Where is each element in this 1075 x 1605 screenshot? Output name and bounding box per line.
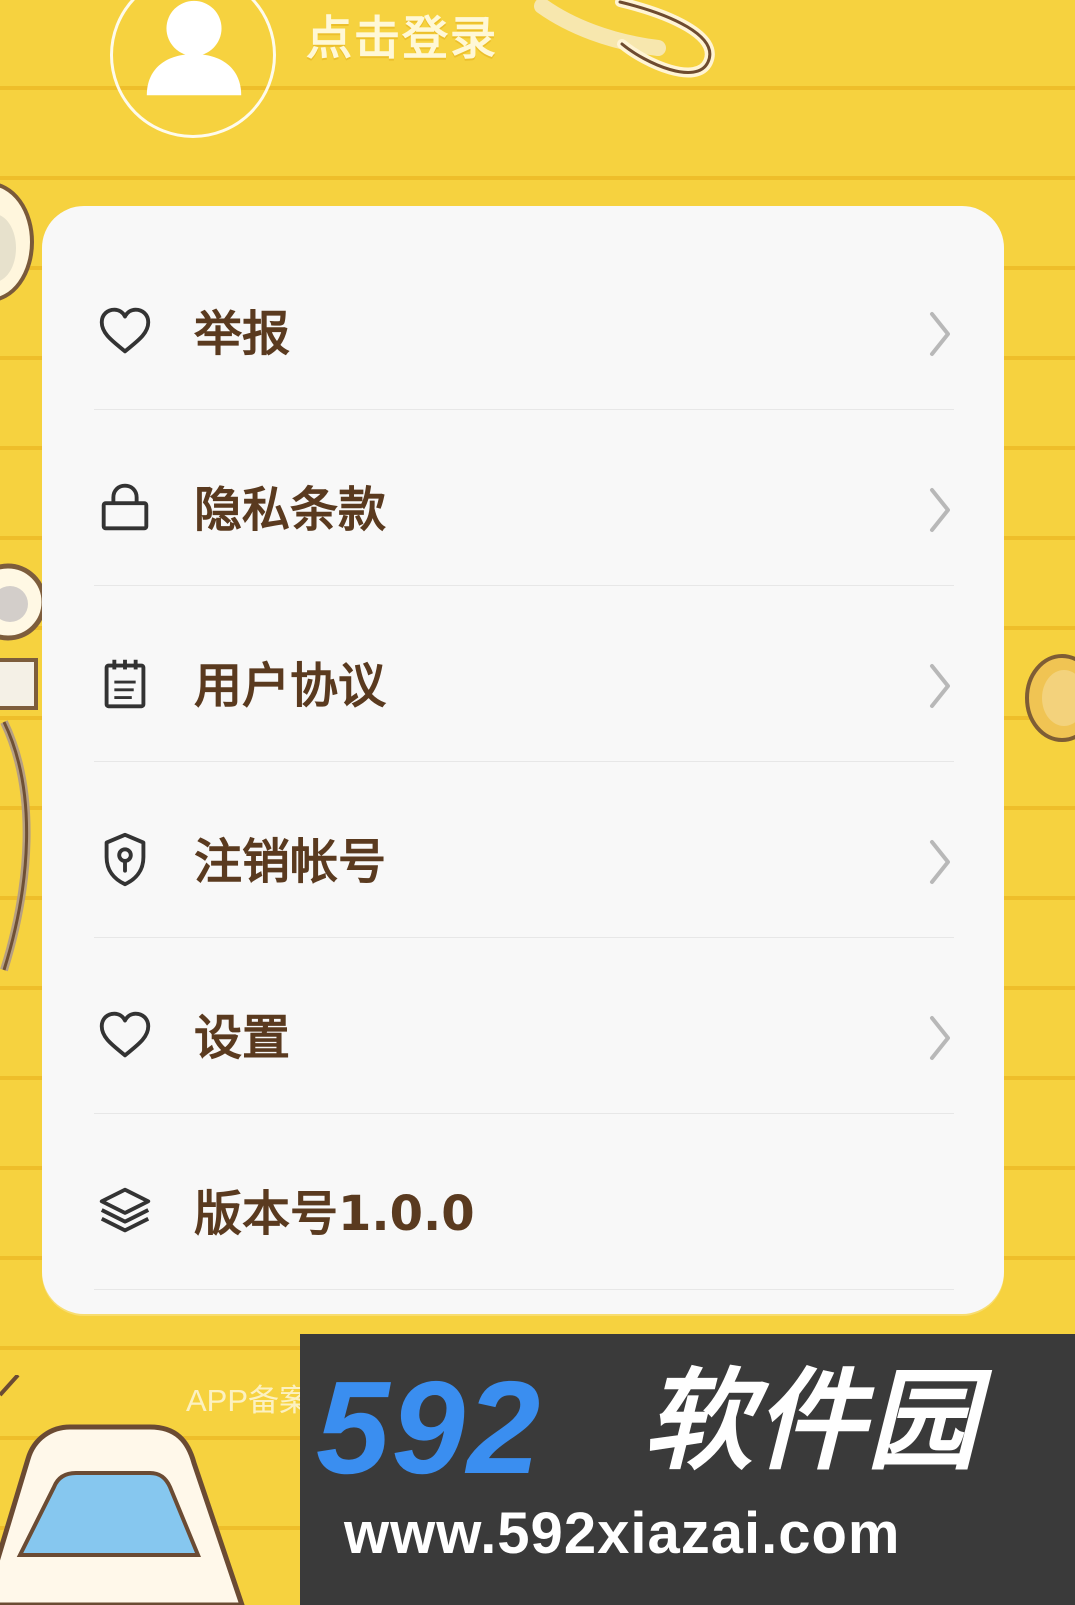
menu-label: 用户协议 [194, 658, 387, 714]
chevron-right-icon [926, 836, 954, 888]
watermark: 592 软件园 www.592xiazai.com [300, 1334, 1075, 1605]
watermark-brand: 592 软件园 [316, 1357, 1061, 1494]
shield-keyhole-icon [94, 828, 156, 890]
chevron-right-icon [926, 308, 954, 360]
layers-icon [94, 1180, 156, 1242]
notepad-icon [94, 652, 156, 714]
menu-label: 设置 [194, 1010, 291, 1066]
menu-card: 举报 隐私条款 用户协议 注销帐号 设置 版本号1.0.0 [42, 206, 1004, 1314]
watermark-name: 软件园 [643, 1357, 979, 1485]
menu-item-delete-account[interactable]: 注销帐号 [94, 762, 954, 938]
chevron-right-icon [926, 660, 954, 712]
menu-item-user-agreement[interactable]: 用户协议 [94, 586, 954, 762]
heart-icon [94, 1004, 156, 1066]
menu-item-version: 版本号1.0.0 [94, 1114, 954, 1290]
menu-label: 隐私条款 [194, 482, 387, 538]
menu-item-report[interactable]: 举报 [94, 234, 954, 410]
user-icon [146, 0, 242, 96]
app-beian-text: APP备案 [186, 1383, 311, 1418]
login-header[interactable]: 点击登录 [110, 0, 610, 138]
watermark-url: www.592xiazai.com [344, 1501, 901, 1566]
avatar[interactable] [110, 0, 276, 138]
version-label: 版本号1.0.0 [194, 1186, 475, 1242]
chevron-right-icon [926, 1012, 954, 1064]
lock-icon [94, 476, 156, 538]
menu-label: 举报 [194, 306, 291, 362]
login-link[interactable]: 点击登录 [306, 2, 498, 68]
heart-icon [94, 300, 156, 362]
menu-item-settings[interactable]: 设置 [94, 938, 954, 1114]
menu-item-privacy[interactable]: 隐私条款 [94, 410, 954, 586]
watermark-number: 592 [316, 1354, 543, 1501]
menu-label: 注销帐号 [194, 834, 387, 890]
chevron-right-icon [926, 484, 954, 536]
